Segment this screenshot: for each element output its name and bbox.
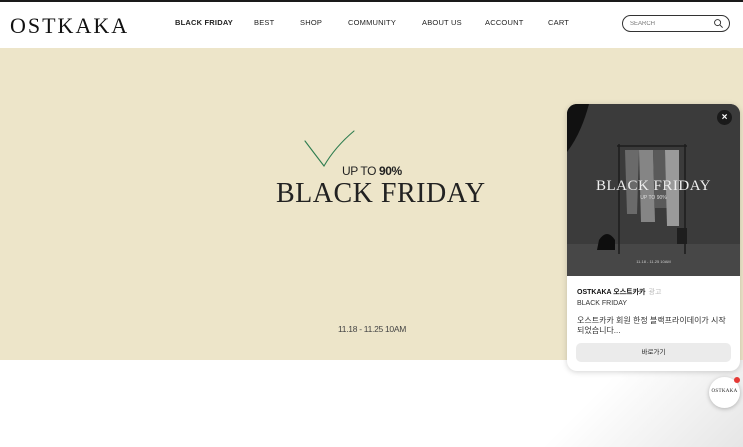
background-gradient — [520, 360, 743, 447]
notification-dot — [734, 377, 740, 383]
popup-brand-name: OSTKAKA 오스트카카 — [577, 289, 646, 296]
nav-black-friday[interactable]: BLACK FRIDAY — [175, 18, 233, 27]
hero-title: BLACK FRIDAY — [276, 178, 486, 209]
site-logo[interactable]: OSTKAKA — [10, 13, 129, 39]
ad-label: 광고 — [648, 289, 662, 296]
hero-discount-value: 90% — [378, 164, 402, 178]
popup-subtitle: BLACK FRIDAY — [577, 300, 628, 307]
popup-image-subtitle: UP TO 90% — [640, 195, 667, 201]
nav-best[interactable]: BEST — [254, 18, 274, 27]
popup-brand: OSTKAKA 오스트카카 광고 — [577, 287, 661, 297]
popup-image-title: BLACK FRIDAY — [595, 178, 712, 194]
nav-account[interactable]: ACCOUNT — [485, 18, 523, 27]
search-icon[interactable] — [713, 18, 724, 29]
popup-image[interactable]: BLACK FRIDAY UP TO 90% 11.18 - 11.25 10A… — [567, 104, 740, 276]
promo-popup[interactable]: BLACK FRIDAY UP TO 90% 11.18 - 11.25 10A… — [567, 104, 740, 371]
chat-launcher-logo: OSTKAKA — [711, 389, 738, 394]
nav-community[interactable]: COMMUNITY — [348, 18, 396, 27]
hero-upto-label: UP TO — [342, 164, 379, 178]
hero-dates: 11.18 - 11.25 10AM — [338, 324, 406, 334]
hero-discount: UP TO 90% — [342, 164, 402, 178]
search-input[interactable] — [630, 18, 710, 29]
search-box[interactable] — [622, 15, 730, 32]
nav-shop[interactable]: SHOP — [300, 18, 322, 27]
nav-cart[interactable]: CART — [548, 18, 569, 27]
popup-image-dates: 11.18 - 11.25 10AM — [636, 259, 671, 264]
close-icon[interactable]: × — [717, 110, 732, 125]
site-header: OSTKAKA BLACK FRIDAY BEST SHOP COMMUNITY… — [0, 2, 743, 48]
go-button[interactable]: 바로가기 — [576, 343, 731, 362]
popup-description: 오스트카카 회원 한정 블랙프라이데이가 시작되었습니다... — [577, 316, 726, 335]
nav-about-us[interactable]: ABOUT US — [422, 18, 462, 27]
